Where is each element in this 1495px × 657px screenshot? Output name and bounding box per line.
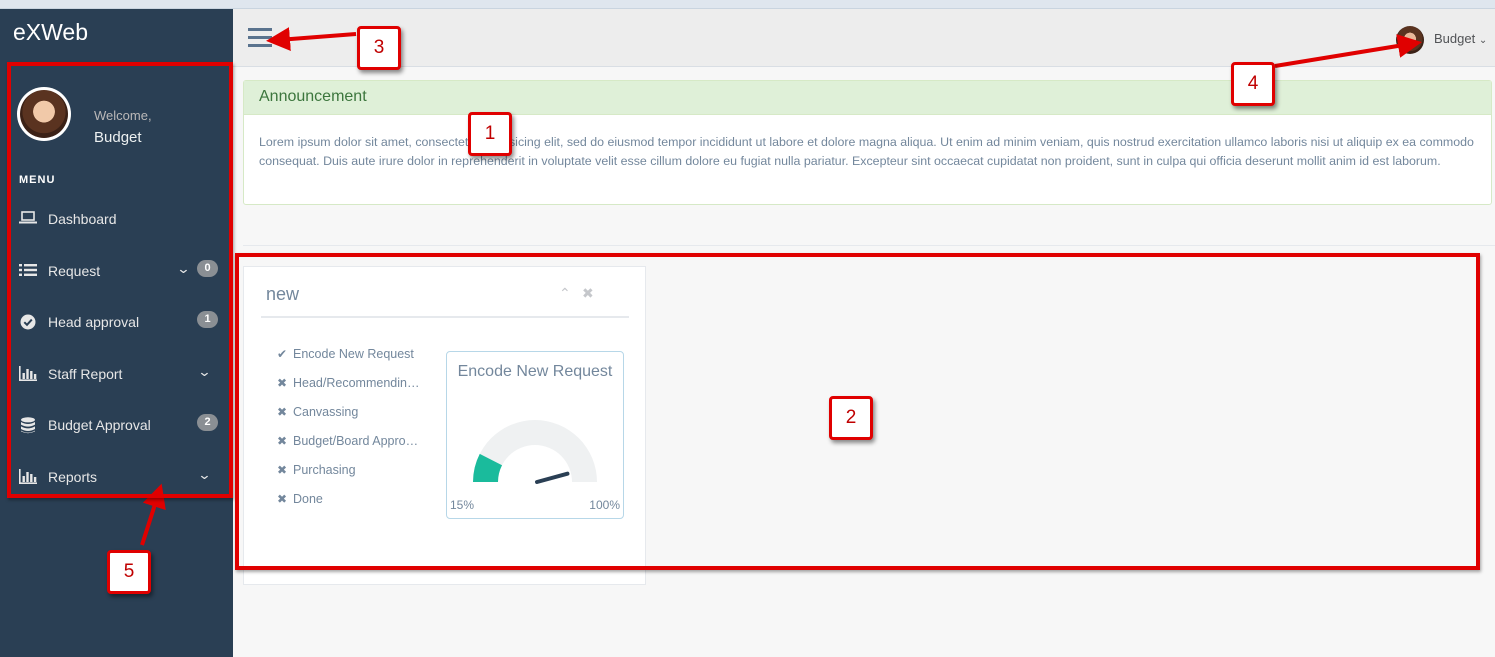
annotation-arrow-4	[1274, 34, 1422, 68]
annotation-label-4: 4	[1231, 62, 1275, 106]
annotation-label-2: 2	[829, 396, 873, 440]
annotation-arrow-3	[266, 27, 357, 52]
annotation-arrow-5	[140, 483, 166, 546]
annotation-label-3: 3	[357, 26, 401, 70]
annotation-box-sidebar	[7, 62, 233, 498]
annotation-label-5: 5	[107, 550, 151, 594]
annotation-label-1: 1	[468, 112, 512, 156]
